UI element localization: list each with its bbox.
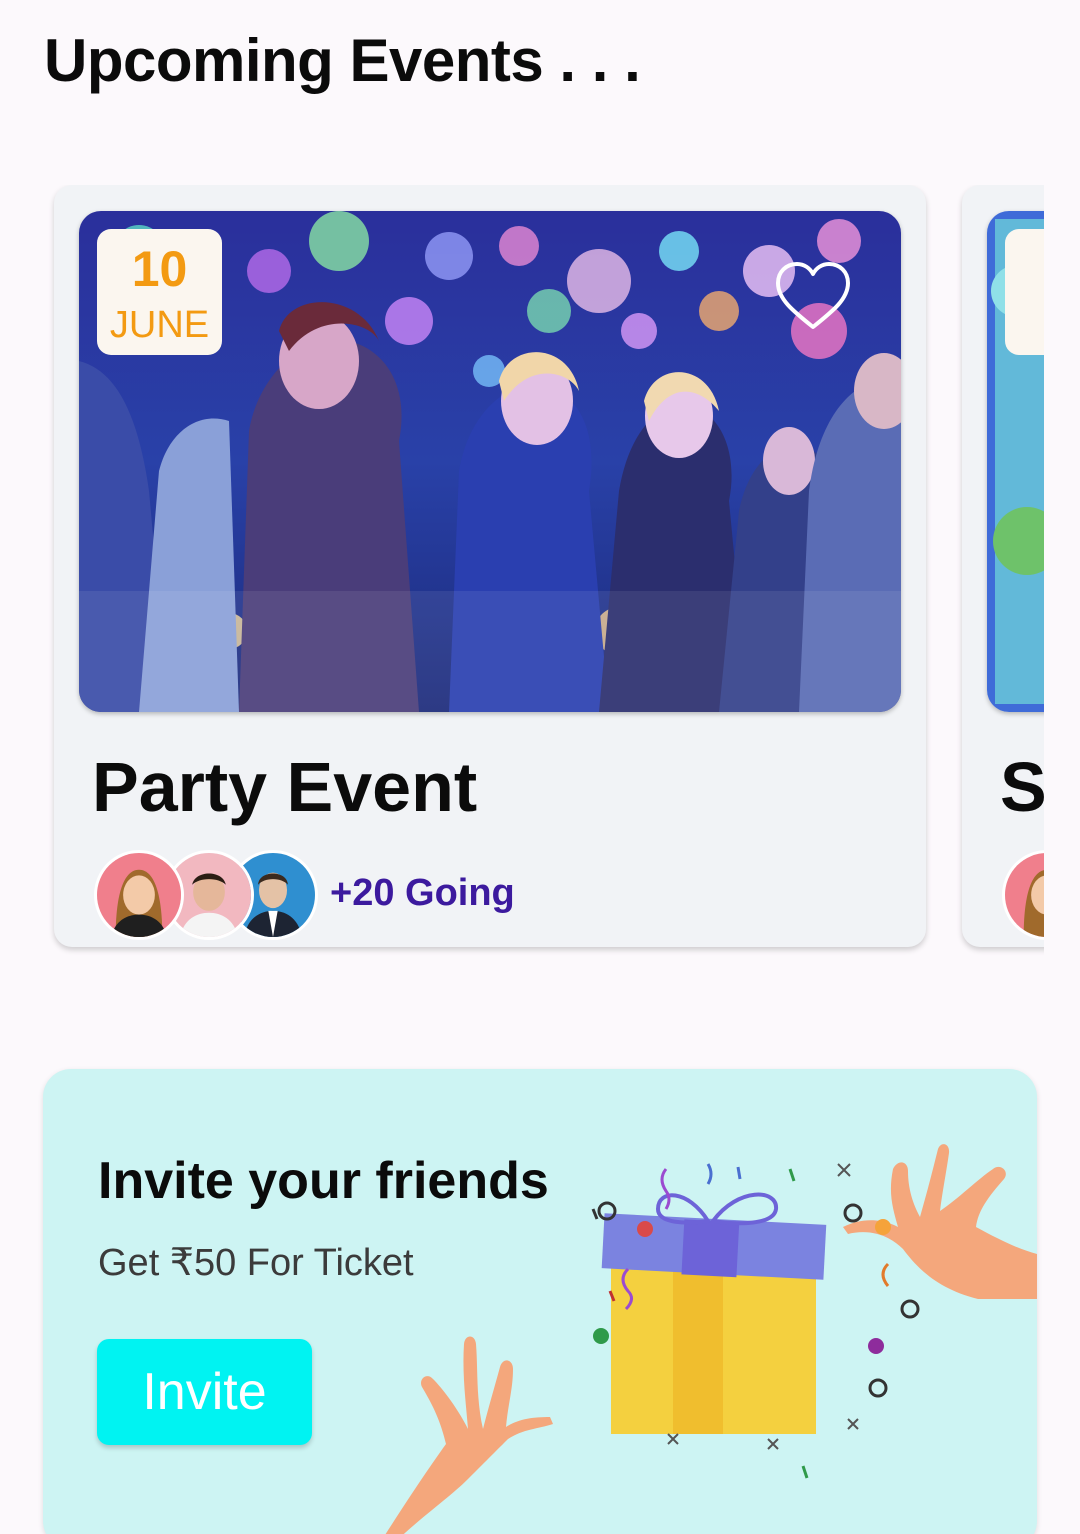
date-month: JUNE (109, 304, 210, 346)
date-month: JU (1005, 303, 1044, 347)
event-title: S (1000, 748, 1044, 826)
section-title: Upcoming Events . . . (44, 27, 641, 94)
event-image[interactable]: 10 JUNE (79, 211, 901, 712)
date-badge: 10 JUNE (97, 229, 222, 355)
avatar (1002, 850, 1044, 940)
date-day: 1 (1005, 241, 1044, 297)
event-image[interactable]: 1 JU (987, 211, 1044, 712)
gift-illustration (385, 1144, 1037, 1534)
going-count[interactable]: +20 Going (330, 872, 515, 915)
heart-outline-icon (776, 262, 850, 329)
event-card[interactable]: 1 JU S (962, 185, 1044, 947)
date-badge: 1 JU (1005, 229, 1044, 355)
avatar (94, 850, 184, 940)
event-card[interactable]: 10 JUNE Party Event +20 Going (54, 185, 926, 947)
event-title: Party Event (92, 748, 478, 826)
attendees-row[interactable]: +20 Going (94, 850, 694, 942)
attendees-row[interactable] (1002, 850, 1044, 942)
invite-card: Invite your friends Get ₹50 For Ticket I… (43, 1069, 1037, 1534)
favorite-button[interactable] (773, 259, 853, 333)
events-carousel[interactable]: 10 JUNE Party Event +20 Going S (0, 185, 1044, 965)
upcoming-events-screen: Upcoming Events . . . 10 JUNE Party Even… (0, 0, 1080, 1534)
invite-button[interactable]: Invite (97, 1339, 312, 1445)
date-day: 10 (131, 241, 188, 297)
